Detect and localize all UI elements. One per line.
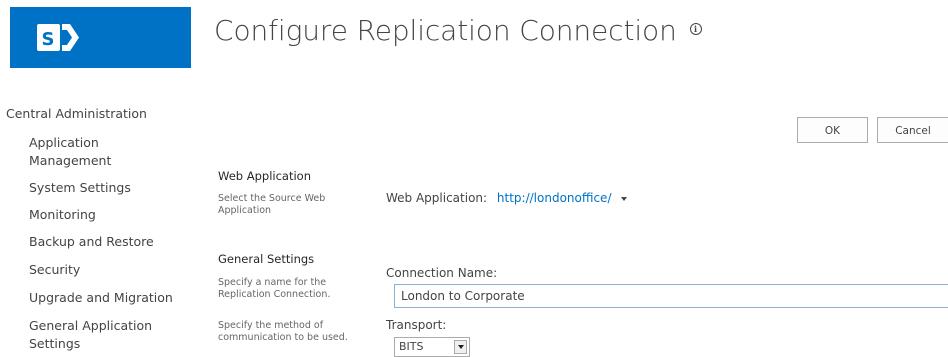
- chevron-down-icon[interactable]: [621, 196, 628, 201]
- page-title-text: Configure Replication Connection: [214, 14, 677, 47]
- nav-item-security[interactable]: Security: [29, 261, 179, 279]
- transport-select[interactable]: BITS: [394, 337, 470, 357]
- nav-item-monitoring[interactable]: Monitoring: [29, 206, 179, 224]
- nav-item-application-management[interactable]: Application Management: [29, 134, 179, 170]
- connection-name-label: Connection Name:: [386, 266, 498, 280]
- nav-item-upgrade-and-migration[interactable]: Upgrade and Migration: [29, 289, 179, 307]
- section-desc-transport: Specify the method of communication to b…: [218, 320, 348, 343]
- sharepoint-logo-icon: S: [10, 7, 191, 68]
- web-application-field: Web Application: http://londonoffice/: [386, 191, 628, 205]
- transport-select-value: BITS: [399, 340, 424, 353]
- nav-item-backup-and-restore[interactable]: Backup and Restore: [29, 233, 179, 251]
- section-title-web-application: Web Application: [218, 169, 311, 183]
- cancel-button[interactable]: Cancel: [877, 117, 948, 143]
- dropdown-arrow-icon[interactable]: [454, 340, 467, 354]
- logo-letter: S: [42, 29, 55, 50]
- page-title: Configure Replication Connection i: [214, 14, 702, 47]
- section-title-general-settings: General Settings: [218, 252, 315, 266]
- nav-central-administration[interactable]: Central Administration: [6, 106, 147, 121]
- nav-item-system-settings[interactable]: System Settings: [29, 179, 179, 197]
- transport-label: Transport:: [386, 318, 447, 332]
- info-icon[interactable]: i: [689, 23, 702, 35]
- web-application-link[interactable]: http://londonoffice/: [497, 191, 612, 205]
- section-desc-web-application: Select the Source Web Application: [218, 193, 326, 216]
- web-application-label: Web Application:: [386, 191, 488, 205]
- nav-item-general-application-settings[interactable]: General Application Settings: [29, 317, 169, 353]
- ok-button[interactable]: OK: [797, 117, 868, 143]
- connection-name-input[interactable]: London to Corporate: [394, 284, 948, 308]
- section-desc-connection-name: Specify a name for the Replication Conne…: [218, 277, 331, 300]
- sharepoint-logo[interactable]: S: [10, 7, 191, 68]
